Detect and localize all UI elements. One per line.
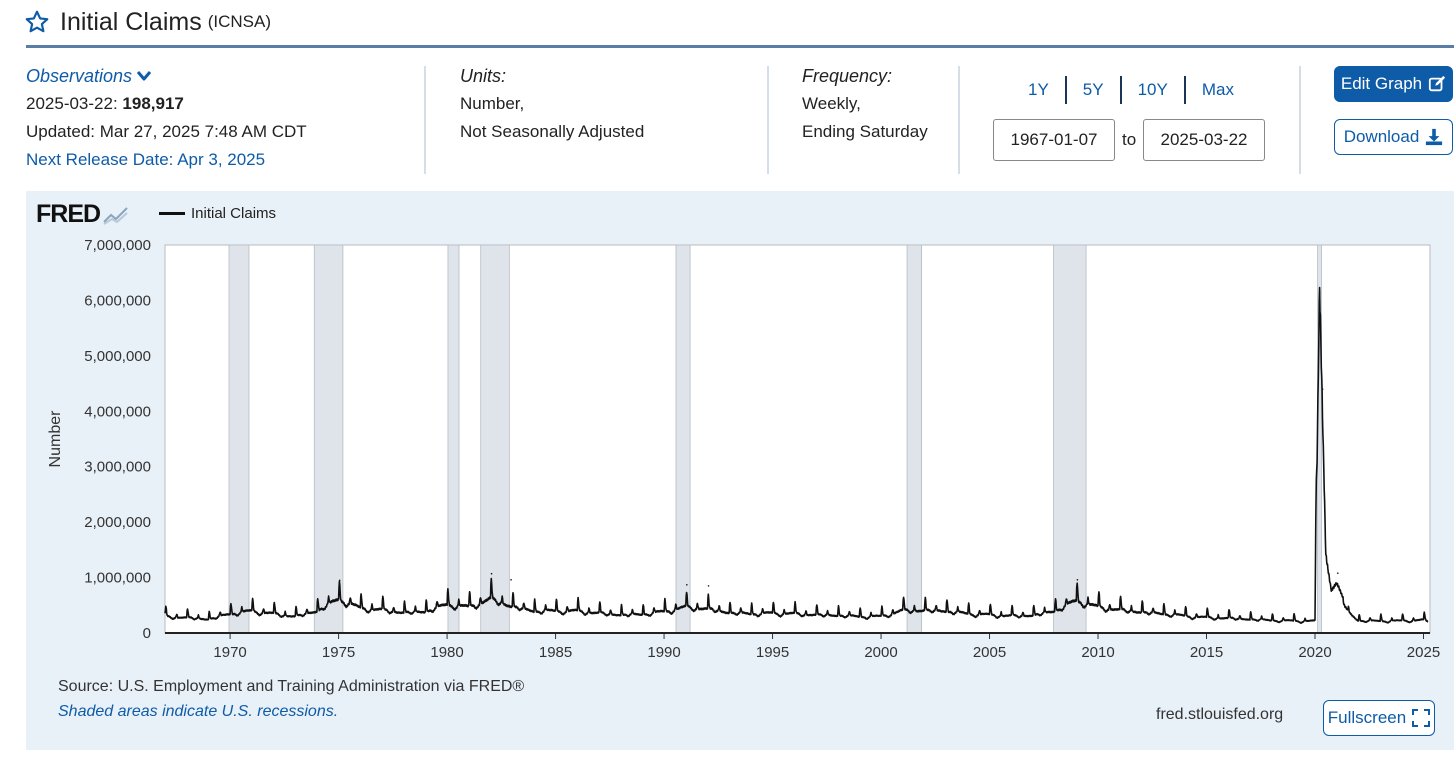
peak-point — [1076, 578, 1079, 581]
units-line2: Not Seasonally Adjusted — [460, 122, 645, 141]
fullscreen-icon — [1412, 709, 1431, 727]
divider — [1299, 66, 1301, 174]
x-tick-label: 1990 — [647, 644, 680, 661]
x-tick-label: 1995 — [756, 644, 789, 661]
start-date-input[interactable]: 1967-01-07 — [993, 119, 1115, 161]
x-tick-label: 2000 — [864, 644, 897, 661]
recession-note: Shaded areas indicate U.S. recessions. — [58, 703, 339, 720]
download-label: Download — [1343, 127, 1420, 146]
download-button[interactable]: Download — [1334, 119, 1453, 155]
x-tick-label: 1985 — [539, 644, 572, 661]
chart-legend: Initial Claims — [159, 205, 276, 222]
to-label: to — [1122, 130, 1137, 149]
y-tick-label: 5,000,000 — [84, 348, 151, 365]
observations-heading: Observations — [26, 66, 133, 86]
frequency-block: Frequency: Weekly, Ending Saturday — [802, 62, 952, 146]
title-row: Initial Claims (ICNSA) — [24, 4, 271, 40]
chevron-down-icon — [136, 71, 152, 81]
updated-text: Updated: Mar 27, 2025 7:48 AM CDT — [26, 122, 307, 141]
fullscreen-label: Fullscreen — [1327, 708, 1407, 727]
recession-band — [228, 244, 250, 634]
units-line1: Number, — [460, 94, 525, 113]
observations-block: Observations 2025-03-22: 198,917 Updated… — [26, 62, 421, 174]
x-tick-label: 1980 — [430, 644, 463, 661]
frequency-heading: Frequency: — [802, 66, 893, 86]
range-max-button[interactable]: Max — [1186, 76, 1250, 104]
frequency-line1: Weekly, — [802, 94, 861, 113]
peak-point — [338, 579, 341, 582]
recession-band — [313, 244, 344, 634]
peak-point — [707, 585, 710, 587]
units-heading: Units: — [460, 66, 507, 86]
title-divider — [26, 45, 1454, 48]
y-tick-label: 6,000,000 — [84, 292, 151, 309]
units-block: Units: Number, Not Seasonally Adjusted — [460, 62, 760, 146]
divider — [424, 66, 426, 174]
y-tick-label: 4,000,000 — [84, 403, 151, 420]
recession-band — [447, 244, 460, 634]
x-tick-label: 1975 — [322, 644, 355, 661]
observations-toggle[interactable]: Observations — [26, 62, 421, 90]
next-release-link[interactable]: Next Release Date: Apr 3, 2025 — [26, 146, 421, 174]
legend-label: Initial Claims — [191, 205, 277, 222]
chart-panel: FRED Initial Claims 0 1,000,000 2,000,000 3… — [26, 191, 1454, 750]
y-axis-label: Number — [47, 410, 64, 468]
y-tick-label: 0 — [143, 625, 151, 642]
y-tick-label: 2,000,000 — [84, 514, 151, 531]
recession-band — [906, 244, 923, 634]
recession-band — [1053, 244, 1087, 634]
latest-date: 2025-03-22: — [26, 94, 118, 113]
fullscreen-button[interactable]: Fullscreen — [1323, 700, 1435, 736]
site-url: fred.stlouisfed.org — [1156, 706, 1284, 723]
recession-band — [675, 244, 691, 634]
x-tick-label: 1970 — [213, 644, 246, 661]
source-text: Source: U.S. Employment and Training Adm… — [58, 678, 525, 695]
divider — [958, 66, 960, 174]
star-icon[interactable] — [24, 9, 50, 35]
chart-plot: 0 1,000,000 2,000,000 3,000,000 4,000,000 5,0… — [47, 237, 1440, 661]
legend-swatch — [159, 212, 185, 215]
frequency-line2: Ending Saturday — [802, 122, 928, 141]
peak-point — [1318, 291, 1321, 293]
peak-point — [1336, 572, 1339, 574]
plot-area — [164, 244, 1431, 634]
y-tick-label: 1,000,000 — [84, 570, 151, 587]
series-code: (ICNSA) — [207, 12, 271, 31]
page-title: Initial Claims — [60, 7, 202, 36]
x-tick-label: 2025 — [1407, 644, 1440, 661]
x-tick-label: 2015 — [1190, 644, 1223, 661]
x-tick-label: 2005 — [973, 644, 1006, 661]
edit-graph-button[interactable]: Edit Graph — [1334, 66, 1453, 102]
range-5y-button[interactable]: 5Y — [1067, 76, 1122, 104]
range-1y-button[interactable]: 1Y — [1012, 76, 1067, 104]
x-tick-label: 2020 — [1298, 644, 1331, 661]
latest-observation: 2025-03-22: 198,917 — [26, 90, 421, 118]
peak-point — [1321, 388, 1324, 390]
edit-graph-label: Edit Graph — [1340, 74, 1423, 93]
peak-point — [490, 572, 493, 575]
recession-band — [480, 244, 510, 634]
range-selector: 1Y 5Y 10Y Max — [1012, 76, 1250, 104]
peak-point — [510, 578, 512, 581]
end-date-input[interactable]: 2025-03-22 — [1143, 119, 1265, 161]
divider — [767, 66, 769, 174]
latest-value: 198,917 — [122, 94, 184, 113]
peak-point — [686, 583, 688, 586]
range-10y-button[interactable]: 10Y — [1122, 76, 1186, 104]
download-icon — [1426, 128, 1443, 146]
edit-icon — [1429, 75, 1446, 92]
x-tick-label: 2010 — [1081, 644, 1114, 661]
y-tick-label: 3,000,000 — [84, 459, 151, 476]
y-tick-label: 7,000,000 — [84, 237, 151, 254]
